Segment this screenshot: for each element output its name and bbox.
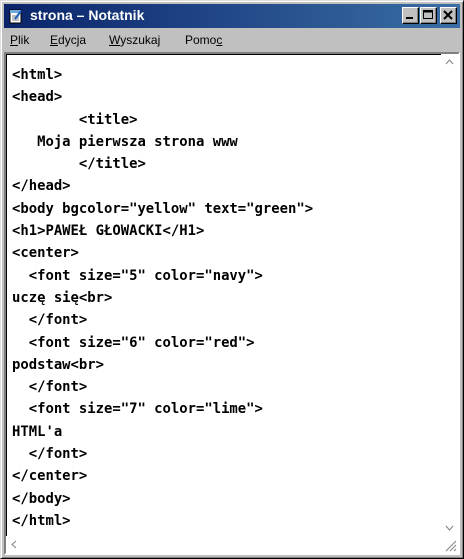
scroll-left-button[interactable]: [6, 536, 23, 553]
text-content[interactable]: <html> <head> <title> Moja pierwsza stron…: [12, 64, 436, 531]
notepad-icon[interactable]: [8, 8, 24, 24]
menu-search[interactable]: Wyszukaj: [109, 33, 160, 47]
title-bar[interactable]: strona – Notatnik: [4, 4, 460, 28]
menu-help-rest: Pomo: [185, 33, 217, 47]
code-line: <title>: [12, 111, 138, 128]
code-line: <font size="7" color="lime">: [12, 401, 263, 418]
menu-bar: Plik Edycja Wyszukaj Pomoc: [4, 29, 460, 51]
code-line: </font>: [12, 379, 88, 396]
close-button[interactable]: [440, 7, 457, 24]
code-line: <font size="6" color="red">: [12, 334, 255, 351]
menu-help-mnemonic: c: [216, 33, 223, 47]
code-line: </font>: [12, 312, 88, 329]
code-line: </title>: [12, 156, 146, 173]
window-title: strona – Notatnik: [30, 7, 145, 23]
maximize-icon: [423, 10, 433, 19]
code-line: Moja pierwsza strona www: [12, 133, 238, 150]
minimize-button[interactable]: [402, 7, 419, 24]
menu-file-mnemonic: P: [10, 33, 19, 47]
maximize-button[interactable]: [420, 7, 437, 24]
menu-file[interactable]: Plik: [10, 33, 29, 47]
resize-grip[interactable]: [441, 536, 458, 553]
menu-help[interactable]: Pomoc: [185, 33, 222, 47]
code-line: <center>: [12, 245, 79, 262]
code-line: <h1>PAWEŁ GŁOWACKI</H1>: [12, 223, 205, 240]
menu-edit[interactable]: Edycja: [50, 33, 86, 47]
arrow-up-icon: [445, 59, 454, 65]
scroll-down-button[interactable]: [441, 519, 458, 536]
code-line: </center>: [12, 468, 88, 485]
vertical-scrollbar[interactable]: [441, 54, 458, 536]
code-line: <font size="5" color="navy">: [12, 267, 263, 284]
code-line: uczę się<br>: [12, 289, 113, 306]
menu-file-rest: lik: [18, 33, 30, 47]
code-line: <body bgcolor="yellow" text="green">: [12, 200, 314, 217]
horizontal-scrollbar[interactable]: [6, 536, 441, 553]
resize-grip-icon: [445, 540, 457, 552]
code-line: HTML'a: [12, 423, 63, 440]
code-line: podstaw<br>: [12, 356, 104, 373]
code-line: <html>: [12, 67, 63, 83]
code-line: </font>: [12, 446, 88, 463]
minimize-icon: [406, 17, 413, 19]
code-line: </body>: [12, 490, 71, 507]
close-icon: [443, 10, 453, 20]
menu-edit-mnemonic: E: [50, 33, 59, 47]
text-editor[interactable]: <html> <head> <title> Moja pierwsza stron…: [4, 52, 460, 555]
code-line: </html>: [12, 512, 71, 529]
menu-search-rest: yszukaj: [120, 33, 161, 47]
notepad-window: strona – Notatnik Plik Edycja Wyszukaj P…: [0, 0, 464, 559]
menu-search-mnemonic: W: [109, 33, 121, 47]
scroll-up-button[interactable]: [441, 54, 458, 71]
arrow-left-icon: [11, 540, 17, 549]
code-line: <head>: [12, 89, 63, 106]
menu-edit-rest: dycja: [58, 33, 87, 47]
arrow-down-icon: [445, 525, 454, 531]
code-line: </head>: [12, 178, 71, 195]
